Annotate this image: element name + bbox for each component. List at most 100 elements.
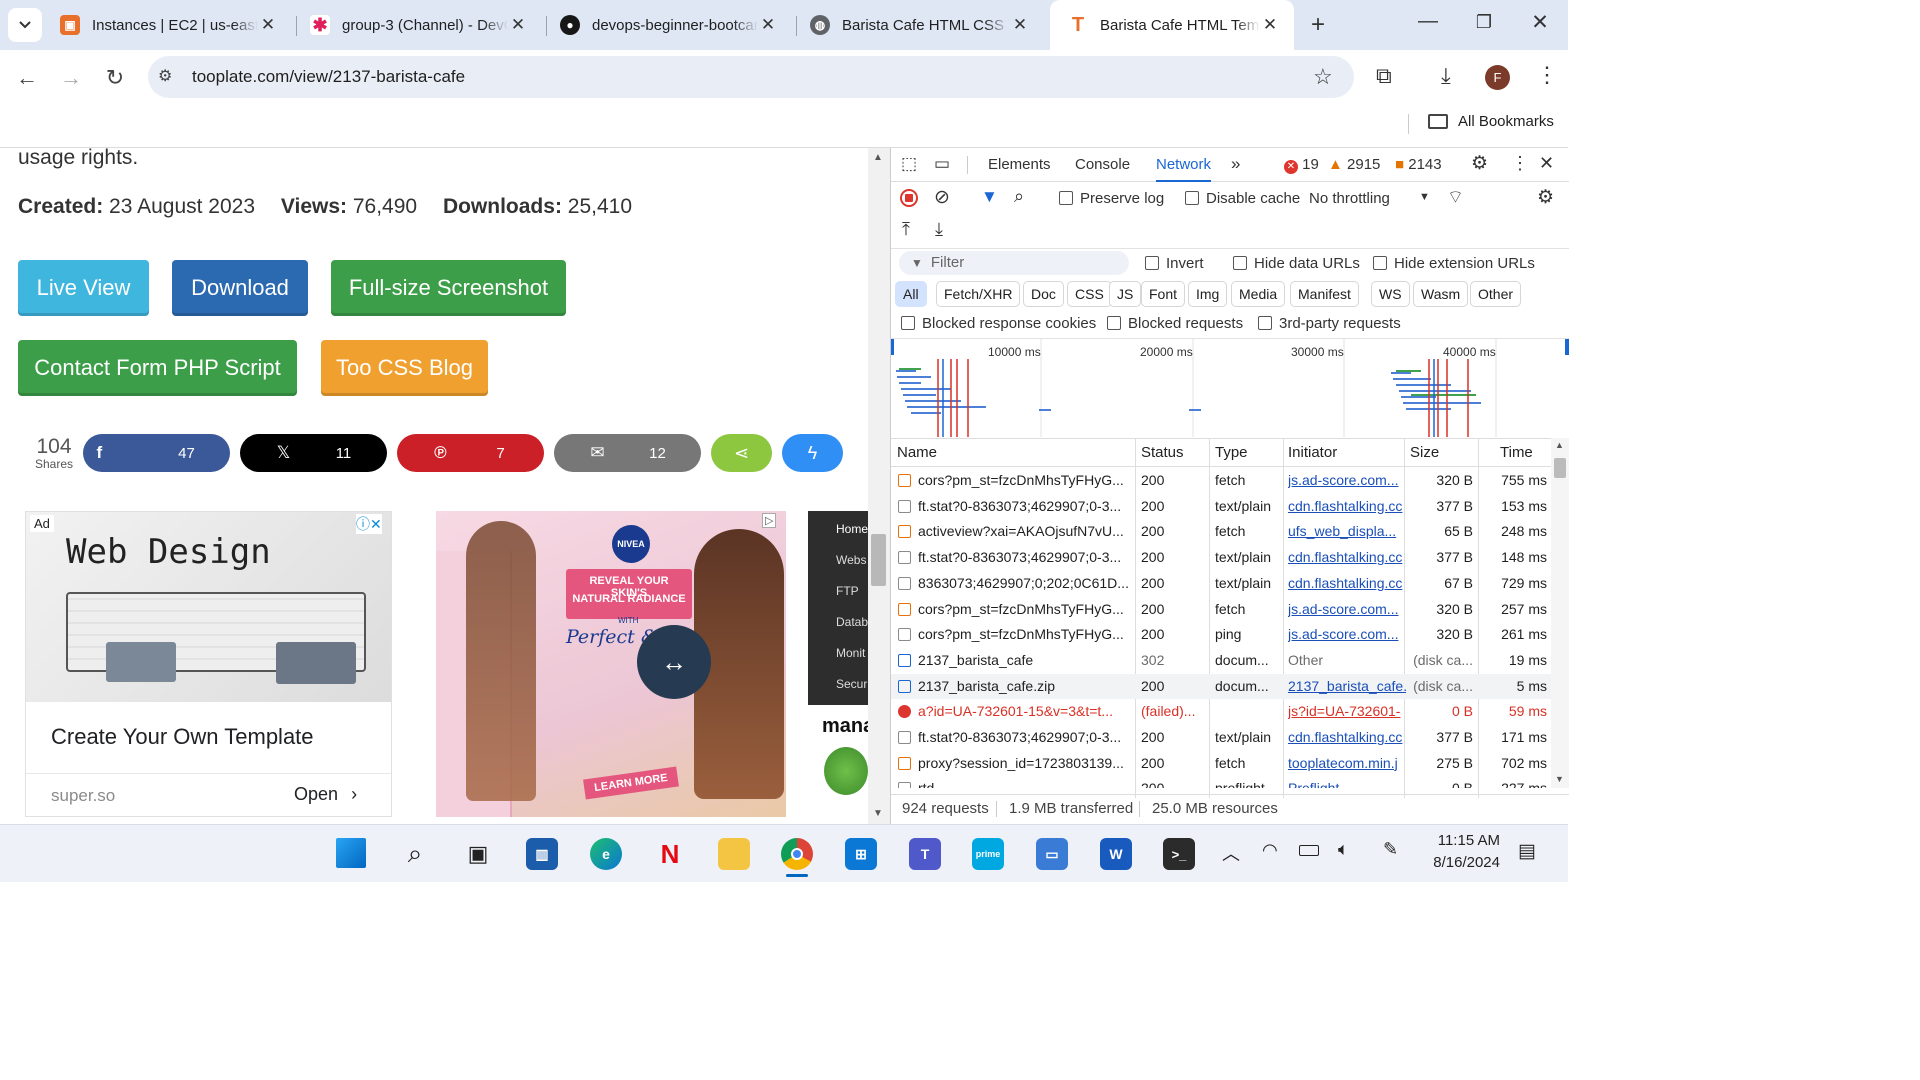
filter-funnel-icon[interactable]: ▼ <box>981 187 998 207</box>
throttling-select[interactable]: No throttling ▼ <box>1309 190 1437 207</box>
export-har-icon[interactable]: ⤓ <box>935 219 943 240</box>
table-row[interactable]: ft.stat?0-8363073;4629907;0-3... 200 text/… <box>891 545 1551 571</box>
third-party-checkbox[interactable]: 3rd-party requests <box>1258 315 1401 332</box>
type-filter-media[interactable]: Media <box>1231 281 1286 307</box>
word-icon[interactable]: W <box>1100 838 1132 870</box>
page-scrollbar[interactable]: ▲ ▼ <box>868 148 890 824</box>
teams-icon[interactable]: T <box>909 838 941 870</box>
extensions-icon[interactable]: ⧉ <box>1376 63 1392 89</box>
filter-input[interactable]: ▼ Filter <box>899 251 1129 275</box>
prime-video-icon[interactable]: prime <box>972 838 1004 870</box>
cell-initiator[interactable]: js.ad-score.com... <box>1288 597 1406 623</box>
blocked-requests-checkbox[interactable]: Blocked requests <box>1107 315 1243 332</box>
messenger-share-button[interactable]: ϟ <box>782 434 843 472</box>
live-view-button[interactable]: Live View <box>18 260 149 316</box>
column-header-time[interactable]: Time <box>1500 439 1533 467</box>
cell-initiator[interactable]: cdn.flashtalking.cc <box>1288 545 1406 571</box>
microsoft-store-icon[interactable]: ⊞ <box>845 838 877 870</box>
table-scrollbar[interactable]: ▲ ▼ <box>1551 438 1569 788</box>
type-filter-js[interactable]: JS <box>1109 281 1142 307</box>
downloads-icon[interactable]: ⤓ <box>1441 63 1451 89</box>
preserve-log-checkbox[interactable]: Preserve log <box>1059 190 1164 207</box>
forward-button[interactable]: → <box>57 64 85 92</box>
cell-initiator[interactable]: js?id=UA-732601- <box>1288 699 1406 725</box>
ad-web-design[interactable]: Web Design Ad ⓘ✕ Create Your Own Templat… <box>25 511 392 817</box>
type-filter-font[interactable]: Font <box>1141 281 1186 307</box>
cell-initiator[interactable]: cdn.flashtalking.cc <box>1288 494 1406 520</box>
volume-icon[interactable]: 🔈︎ <box>1338 839 1349 860</box>
terminal-icon[interactable]: >_ <box>1163 838 1195 870</box>
back-button[interactable]: ← <box>13 64 41 92</box>
new-tab-button[interactable]: + <box>1304 12 1332 40</box>
start-menu-icon[interactable] <box>336 838 366 868</box>
table-row[interactable]: cors?pm_st=fzcDnMhsTyFHyG... 200 fetch js.a… <box>891 468 1551 494</box>
type-filter-all[interactable]: All <box>895 281 927 307</box>
all-bookmarks-button[interactable]: All Bookmarks <box>1428 113 1554 130</box>
cell-initiator[interactable]: Other <box>1288 648 1406 674</box>
table-row[interactable]: rtd 200 preflight Preflight0 B 227 ms <box>891 776 1551 788</box>
table-row[interactable]: 8363073;4629907;0;202;0C61D... 200 text/pl… <box>891 571 1551 597</box>
ad-headline[interactable]: Create Your Own Template <box>51 724 314 750</box>
wifi-icon[interactable]: ◠ <box>1262 840 1278 861</box>
type-filter-ws[interactable]: WS <box>1371 281 1410 307</box>
column-header-name[interactable]: Name <box>897 439 937 467</box>
ad-hosting[interactable]: Home Webs FTP Datab Monit Secur mana <box>808 511 868 817</box>
reload-button[interactable]: ↻ <box>101 64 129 92</box>
table-row[interactable]: activeview?xai=AKAOjsufN7vU... 200 fetch uf… <box>891 519 1551 545</box>
download-button[interactable]: Download <box>172 260 308 316</box>
screenshot-button[interactable]: Full-size Screenshot <box>331 260 566 316</box>
cell-initiator[interactable]: cdn.flashtalking.cc <box>1288 571 1406 597</box>
chrome-icon[interactable] <box>781 838 813 870</box>
type-filter-fetch[interactable]: Fetch/XHR <box>936 281 1021 307</box>
cell-initiator[interactable]: ufs_web_displa... <box>1288 519 1406 545</box>
warning-counter[interactable]: ▲ 2915 <box>1328 156 1380 173</box>
blocked-cookies-checkbox[interactable]: Blocked response cookies <box>901 315 1096 332</box>
tab-console[interactable]: Console <box>1075 148 1130 182</box>
tab-search-button[interactable] <box>8 8 42 42</box>
bookmark-star-icon[interactable]: ☆ <box>1313 64 1333 90</box>
tab-slack[interactable]: ✱ group-3 (Channel) - DevOps ✕ <box>292 0 542 50</box>
close-icon[interactable]: ✕ <box>758 15 778 35</box>
type-filter-doc[interactable]: Doc <box>1023 281 1064 307</box>
cell-initiator[interactable]: js.ad-score.com... <box>1288 622 1406 648</box>
sharethis-button[interactable]: ⋖ <box>711 434 772 472</box>
devtools-close-icon[interactable]: ✕ <box>1539 153 1554 174</box>
disable-cache-checkbox[interactable]: Disable cache <box>1185 190 1300 207</box>
remote-desktop-icon[interactable]: ▭ <box>1036 838 1068 870</box>
battery-icon[interactable] <box>1299 845 1319 856</box>
email-share-button[interactable]: ✉ 12 <box>554 434 701 472</box>
column-header-status[interactable]: Status <box>1141 439 1184 467</box>
close-icon[interactable]: ✕ <box>1010 15 1030 35</box>
table-row[interactable]: 2137_barista_cafe 302 docum... Other (disk c… <box>891 648 1551 674</box>
more-tabs-icon[interactable]: » <box>1231 154 1240 174</box>
contact-form-button[interactable]: Contact Form PHP Script <box>18 340 297 396</box>
tab-elements[interactable]: Elements <box>988 148 1051 182</box>
table-row[interactable]: a?id=UA-732601-15&v=3&t=t... (failed)... j… <box>891 699 1551 725</box>
site-info-icon[interactable]: ⚙ <box>158 64 180 90</box>
facebook-share-button[interactable]: f 47 <box>83 434 230 472</box>
search-icon[interactable]: ⌕ <box>399 838 431 870</box>
type-filter-wasm[interactable]: Wasm <box>1413 281 1469 307</box>
scrollbar-thumb[interactable] <box>1554 458 1566 478</box>
table-row[interactable]: cors?pm_st=fzcDnMhsTyFHyG... 200 fetch js.a… <box>891 597 1551 623</box>
settings-gear-icon[interactable]: ⚙ <box>1471 152 1488 175</box>
search-icon[interactable]: ⌕ <box>1014 186 1024 207</box>
ad2-learn-more[interactable]: LEARN MORE <box>583 766 679 800</box>
inspect-element-icon[interactable]: ⬚ <box>901 154 917 174</box>
x-share-button[interactable]: 𝕏 11 <box>240 434 387 472</box>
import-har-icon[interactable]: ⤒ <box>902 219 910 240</box>
network-settings-icon[interactable]: ⚙ <box>1537 186 1554 209</box>
tab-ec2[interactable]: ▣ Instances | EC2 | us-east-1 ✕ <box>42 0 292 50</box>
menu-kebab-icon[interactable]: ⋮ <box>1536 62 1558 88</box>
timeline-overview[interactable]: 10000 ms 20000 ms 30000 ms 40000 ms <box>891 339 1569 437</box>
clock[interactable]: 11:15 AM 8/16/2024 <box>1420 830 1500 874</box>
hide-data-urls-checkbox[interactable]: Hide data URLs <box>1233 255 1360 272</box>
window-close-button[interactable]: ✕ <box>1526 10 1554 38</box>
ad-open-button[interactable]: Open › <box>294 784 357 805</box>
minimize-button[interactable]: — <box>1414 10 1442 38</box>
cell-initiator[interactable]: tooplatecom.min.j <box>1288 751 1406 777</box>
url-text[interactable]: tooplate.com/view/2137-barista-cafe <box>192 67 465 87</box>
invert-checkbox[interactable]: Invert <box>1145 255 1204 272</box>
type-filter-manifest[interactable]: Manifest <box>1290 281 1359 307</box>
tab-network[interactable]: Network <box>1156 148 1212 182</box>
